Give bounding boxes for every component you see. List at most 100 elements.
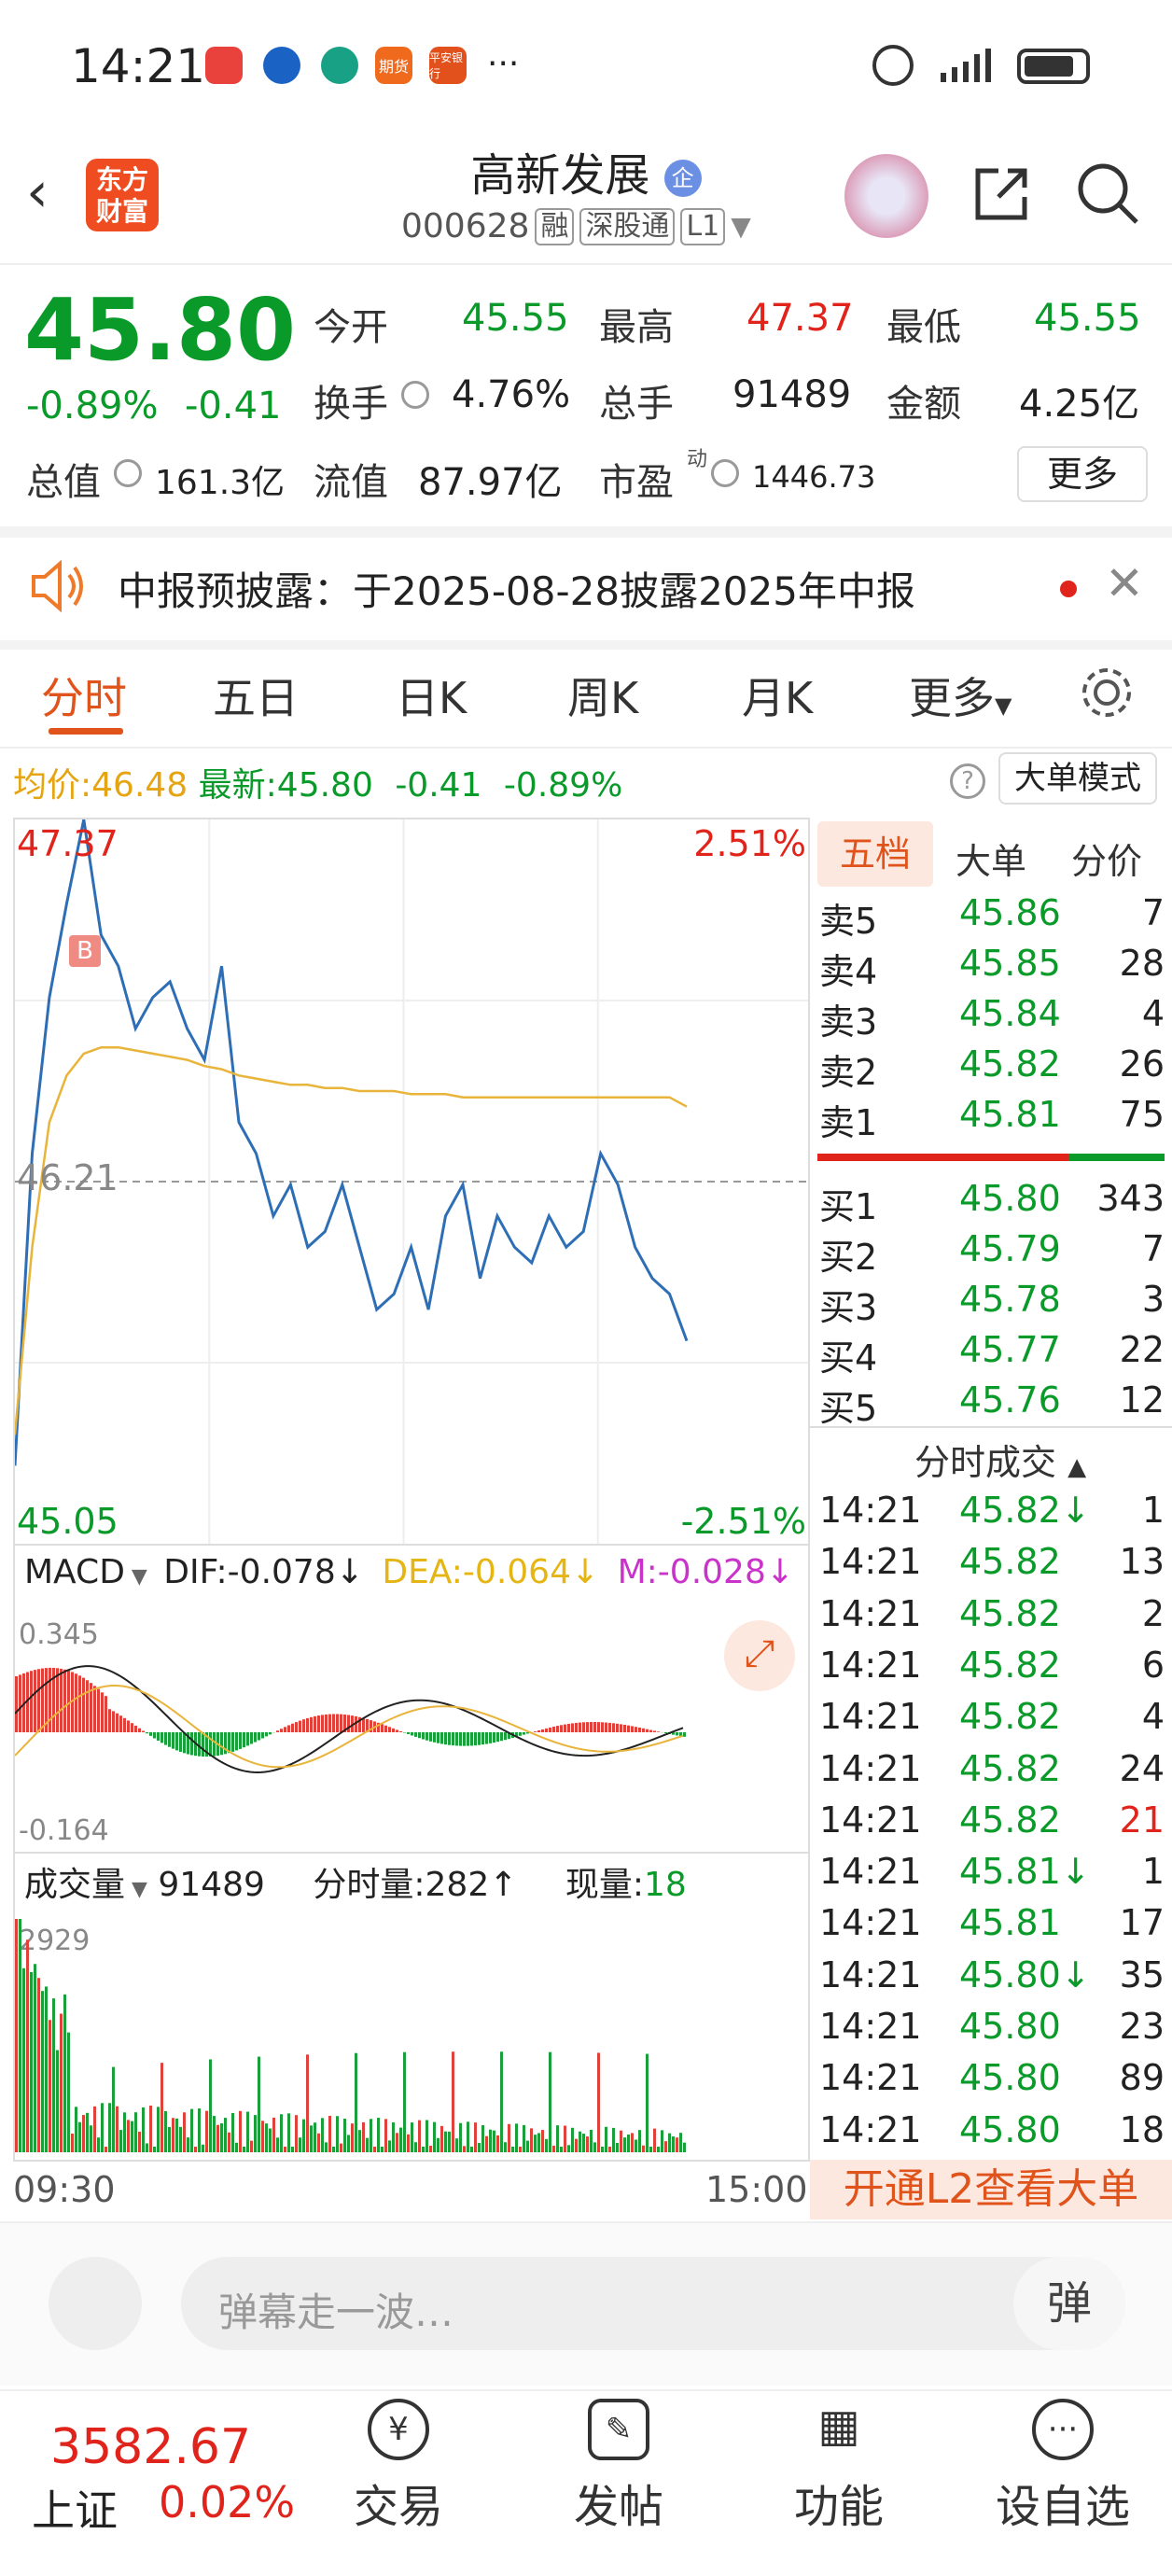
macd-bar <box>325 1714 328 1732</box>
macd-bar <box>213 1732 216 1757</box>
help-icon[interactable]: ? <box>950 763 985 799</box>
macd-bar <box>164 1732 167 1745</box>
macd-bar <box>105 1696 107 1732</box>
info-icon[interactable] <box>401 381 429 409</box>
macd-bar <box>523 1732 525 1735</box>
add-watchlist-button[interactable]: ··· 设自选 <box>993 2399 1133 2535</box>
tab-daily-k[interactable]: 日K <box>396 665 467 726</box>
info-icon[interactable] <box>711 459 739 487</box>
volume-bar <box>138 2131 141 2152</box>
tab-more[interactable]: 更多▼ <box>909 665 1012 726</box>
turnover-value: 4.76% <box>452 373 571 416</box>
index-name[interactable]: 上证 <box>32 2477 118 2539</box>
volume-bar <box>422 2147 425 2152</box>
volume-bar <box>52 1998 55 2152</box>
close-icon[interactable]: ✕ <box>1105 556 1144 610</box>
macd-bar <box>254 1732 257 1743</box>
tick-row: 14:21 45.82 4 <box>819 1696 1165 1738</box>
volume-bar <box>63 1994 66 2152</box>
volume-bar <box>642 2145 645 2152</box>
trade-button[interactable]: ¥ 交易 <box>328 2399 468 2535</box>
macd-bar <box>664 1732 667 1734</box>
more-button[interactable]: 更多 <box>1017 446 1148 502</box>
macd-bar <box>448 1732 451 1745</box>
macd-bar <box>220 1732 223 1756</box>
macd-bar <box>347 1715 350 1732</box>
volume-bar <box>508 2123 510 2152</box>
intraday-chart[interactable]: 47.37 2.51% 46.21 45.05 -2.51% B <box>13 818 810 1546</box>
danmu-settings-icon[interactable] <box>49 2257 142 2350</box>
volume-bar <box>314 2122 316 2152</box>
macd-bar <box>258 1732 260 1741</box>
macd-bar <box>608 1722 611 1732</box>
volume-bar <box>142 2107 145 2152</box>
macd-bar <box>183 1732 186 1754</box>
volume-bar <box>646 2053 649 2152</box>
macd-bar <box>534 1731 537 1732</box>
volume-bar <box>295 2115 298 2152</box>
tag-margin: 融 <box>535 207 575 245</box>
high-label: 最高 <box>599 306 674 349</box>
volume-bar <box>30 1971 33 2152</box>
buy-level-row: 买4 45.77 22 <box>819 1329 1165 1379</box>
volume-bar <box>608 2147 611 2152</box>
share-icon[interactable] <box>970 163 1032 225</box>
settings-gear-icon[interactable] <box>1079 665 1135 721</box>
tab-intraday[interactable]: 分时 <box>41 665 127 726</box>
volume-panel[interactable]: 成交量 ▼ 91489 分时量:282↑ 现量:18 2929 <box>13 1854 810 2162</box>
float-label: 流值 <box>314 461 388 504</box>
volume-selector[interactable]: 成交量 <box>24 1866 125 1904</box>
sell-level-row: 卖1 45.81 75 <box>819 1094 1165 1143</box>
macd-bar <box>67 1670 70 1732</box>
tab-five-level[interactable]: 五档 <box>817 821 933 887</box>
index-value[interactable]: 3582.67 <box>50 2419 251 2475</box>
volume-bar <box>515 2123 518 2152</box>
tab-monthly-k[interactable]: 月K <box>742 665 813 726</box>
macd-selector[interactable]: MACD <box>24 1553 125 1591</box>
volume-bar <box>175 2118 178 2152</box>
index-pct[interactable]: 0.02% <box>159 2477 295 2527</box>
info-icon[interactable] <box>114 459 142 487</box>
tab-large-orders[interactable]: 大单 <box>956 833 1026 884</box>
tab-weekly-k[interactable]: 周K <box>567 665 638 726</box>
macd-bar <box>470 1732 473 1746</box>
tab-five-day[interactable]: 五日 <box>213 665 299 726</box>
report-banner[interactable]: 中报预披露：于2025-08-28披露2025年中报 ✕ <box>0 538 1172 640</box>
macd-bar <box>426 1732 428 1741</box>
tick-trades-title[interactable]: 分时成交 ▲ <box>914 1434 1086 1485</box>
danmu-input[interactable]: 弹幕走一波… 弹 <box>181 2257 1125 2350</box>
macd-panel[interactable]: MACD ▼ DIF:-0.078↓ DEA:-0.064↓ M:-0.028↓… <box>13 1546 810 1854</box>
search-icon[interactable] <box>1075 161 1140 226</box>
functions-button[interactable]: ▦ 功能 <box>769 2399 909 2535</box>
sell-level-row: 卖2 45.82 26 <box>819 1043 1165 1093</box>
volume-bar <box>336 2116 339 2152</box>
macd-bar <box>649 1729 652 1732</box>
volume-bar <box>411 2122 413 2152</box>
large-order-mode-button[interactable]: 大单模式 <box>998 752 1157 805</box>
macd-bar <box>567 1723 570 1732</box>
volume-bar <box>351 2123 354 2152</box>
current-volume: 18 <box>643 1866 687 1904</box>
open-l2-button[interactable]: 开通L2查看大单 <box>810 2160 1172 2219</box>
sell-ratio-bar <box>817 1154 1069 1161</box>
macd-bar <box>336 1714 339 1732</box>
volume-bar <box>75 2107 77 2152</box>
expand-icon[interactable]: ⤢ <box>724 1620 795 1691</box>
volume-bar <box>310 2125 313 2152</box>
enterprise-badge: 企 <box>663 160 702 197</box>
macd-bar <box>593 1722 596 1732</box>
volume-bar <box>649 2147 652 2152</box>
volume-bar <box>579 2131 581 2152</box>
macd-bar <box>209 1732 212 1757</box>
post-button[interactable]: ✎ 发帖 <box>549 2399 689 2535</box>
assistant-avatar[interactable] <box>844 154 928 238</box>
volume-bar <box>78 2121 81 2152</box>
macd-bar <box>302 1719 305 1732</box>
danmu-send-button[interactable]: 弹 <box>1013 2257 1125 2350</box>
buy-marker[interactable]: B <box>69 935 101 967</box>
volume-bar <box>56 2050 59 2152</box>
tab-price-dist[interactable]: 分价 <box>1071 833 1142 884</box>
volume-bar <box>101 2103 104 2152</box>
volume-bar <box>470 2147 473 2152</box>
stock-code-row[interactable]: 000628 融 深股通 L1 ▼ <box>401 207 751 245</box>
